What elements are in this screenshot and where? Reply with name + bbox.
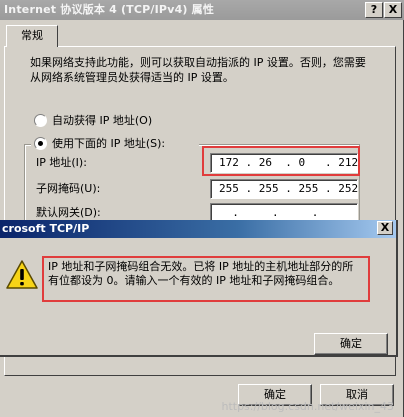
error-message-box: crosoft TCP/IP X IP 地址和子网掩码组合无效。已将 IP 地址… [0,220,398,357]
radio-manual-ip-label: 使用下面的 IP 地址(S): [52,137,166,150]
close-button[interactable]: X [384,2,402,18]
message-ok-button[interactable]: 确定 [314,333,388,355]
subnet-mask-label: 子网掩码(U): [36,182,101,195]
tab-general[interactable]: 常规 [6,25,58,47]
message-text: IP 地址和子网掩码组合无效。已将 IP 地址的主机地址部分的所有位都设为 0。… [42,256,370,302]
description-text: 如果网络支持此功能，则可以获取自动指派的 IP 设置。否则，您需要从网络系统管理… [30,56,366,84]
warning-icon [6,260,38,290]
message-box-close-button[interactable]: X [377,221,393,235]
subnet-mask-field[interactable]: 255 . 255 . 255 . 252 [210,179,358,199]
dialog-title: Internet 协议版本 4 (TCP/IPv4) 属性 [0,0,404,20]
radio-manual-ip[interactable] [34,137,47,150]
help-button[interactable]: ? [365,2,383,18]
message-box-title: crosoft TCP/IP [0,220,396,238]
watermark: https://blog.csdn.net/weixin_43 [221,400,394,413]
radio-auto-ip[interactable] [34,114,47,127]
ip-highlight-box [202,146,360,176]
radio-auto-ip-label: 自动获得 IP 地址(O) [52,114,153,127]
ip-address-label: IP 地址(I): [36,156,87,169]
gateway-label: 默认网关(D): [36,206,101,219]
